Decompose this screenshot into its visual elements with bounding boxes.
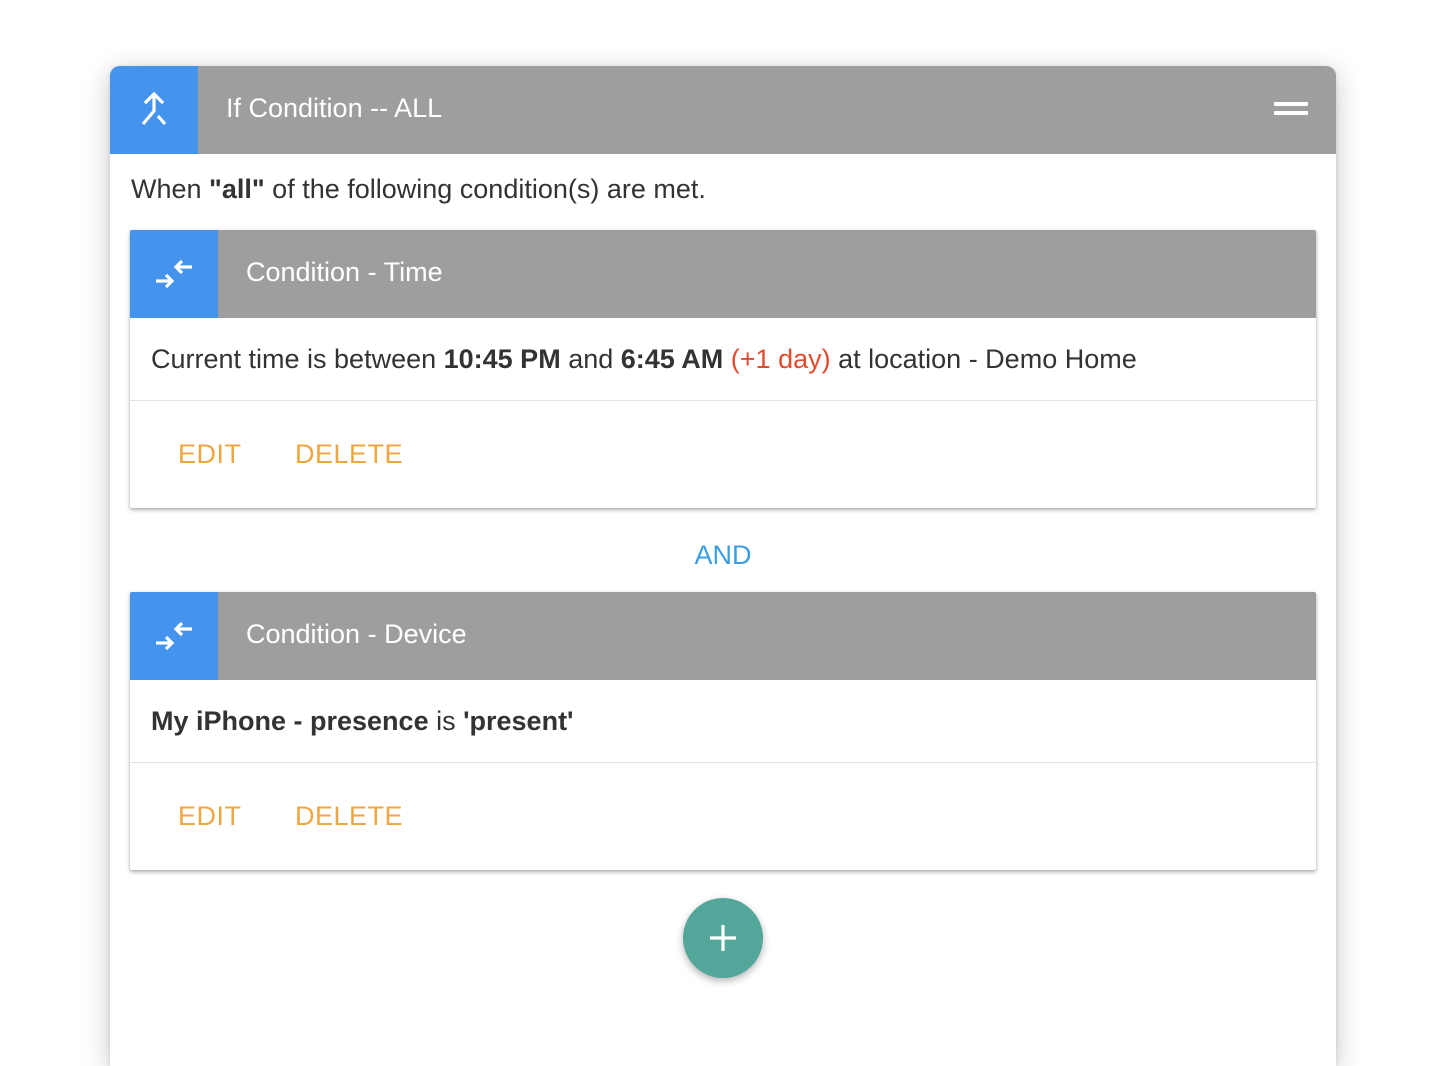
edit-button[interactable]: EDIT <box>178 401 242 508</box>
card-actions: EDIT DELETE <box>130 763 1316 870</box>
device-name: My iPhone - presence <box>151 706 429 736</box>
plus-icon <box>710 925 736 951</box>
start-time: 10:45 PM <box>443 344 561 374</box>
drag-handle-icon[interactable] <box>1274 102 1308 118</box>
compare-arrows-icon <box>130 230 218 318</box>
end-time: 6:45 AM <box>620 344 724 374</box>
panel-title: If Condition -- ALL <box>226 93 443 123</box>
condition-summary: My iPhone - presence is 'present' <box>130 680 1316 763</box>
if-condition-panel: If Condition -- ALL When "all" of the fo… <box>110 66 1336 1066</box>
card-actions: EDIT DELETE <box>130 401 1316 508</box>
edit-button[interactable]: EDIT <box>178 763 242 870</box>
panel-description: When "all" of the following condition(s)… <box>131 174 706 204</box>
operator-label: AND <box>694 540 752 570</box>
delete-button[interactable]: DELETE <box>295 401 403 508</box>
card-title: Condition - Device <box>246 619 467 649</box>
match-mode: "all" <box>209 174 265 204</box>
condition-card-time: Condition - Time Current time is between… <box>130 230 1316 508</box>
condition-card-device: Condition - Device My iPhone - presence … <box>130 592 1316 870</box>
card-header: Condition - Time <box>130 230 1316 318</box>
panel-header: If Condition -- ALL <box>110 66 1336 154</box>
device-value: 'present' <box>463 706 574 736</box>
card-title: Condition - Time <box>246 257 443 287</box>
card-header: Condition - Device <box>130 592 1316 680</box>
compare-arrows-icon <box>130 592 218 680</box>
delete-button[interactable]: DELETE <box>295 763 403 870</box>
add-condition-button[interactable] <box>683 898 763 978</box>
merge-icon <box>110 66 198 154</box>
condition-summary: Current time is between 10:45 PM and 6:4… <box>130 318 1316 401</box>
day-offset: (+1 day) <box>730 344 831 374</box>
